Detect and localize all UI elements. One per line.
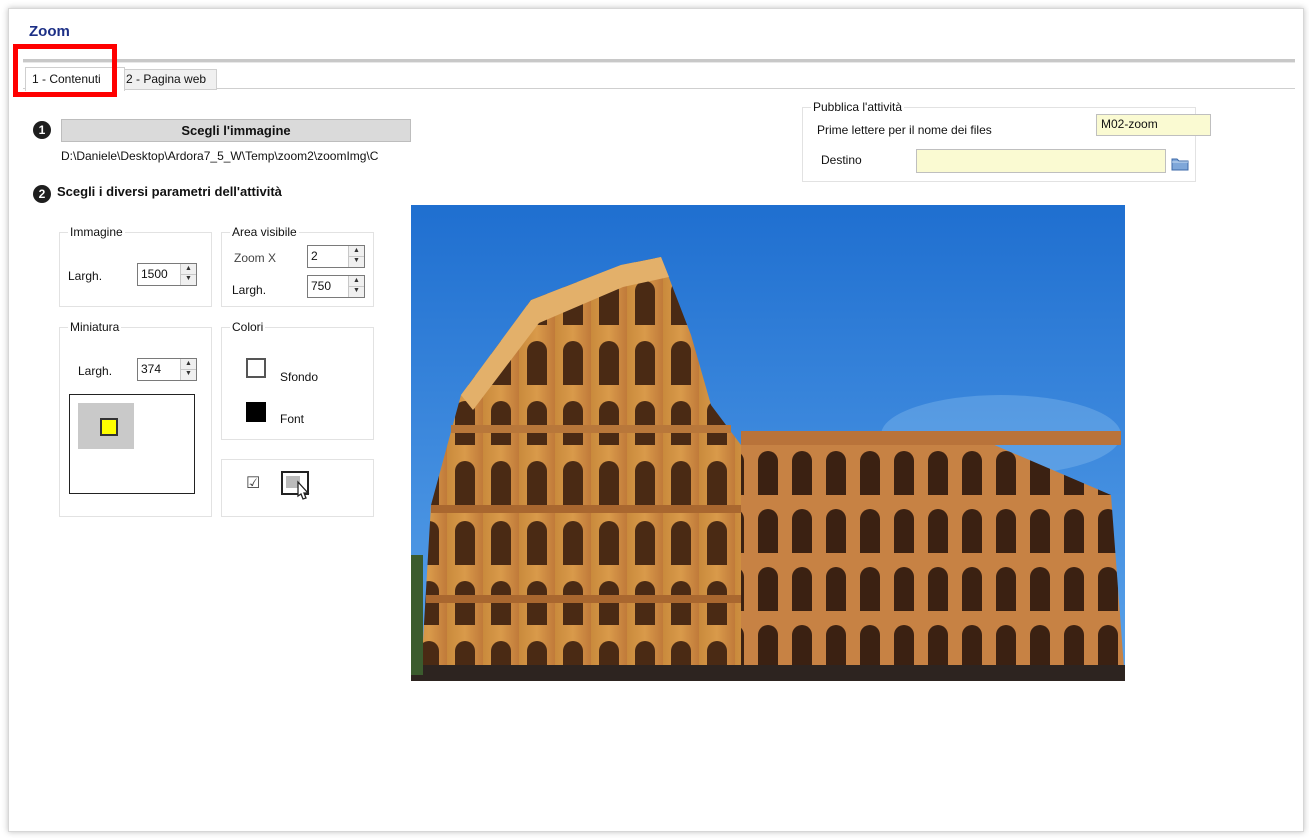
- destination-label: Destino: [821, 153, 862, 167]
- folder-icon[interactable]: [1171, 156, 1189, 171]
- area-width-label: Largh.: [232, 283, 267, 297]
- area-visibile-group-label: Area visibile: [230, 225, 299, 239]
- step-2-title: Scegli i diversi parametri dell'attività: [57, 184, 282, 199]
- colori-group-label: Colori: [230, 320, 266, 334]
- stepper-down-icon[interactable]: ▼: [349, 256, 364, 266]
- font-color-swatch[interactable]: [246, 402, 266, 422]
- background-color-label: Sfondo: [280, 370, 319, 384]
- stepper-down-icon[interactable]: ▼: [349, 286, 364, 296]
- font-color-label: Font: [280, 412, 305, 426]
- immagine-group: Immagine Largh. 1500 ▲ ▼: [59, 225, 212, 307]
- stepper-down-icon[interactable]: ▼: [181, 274, 196, 284]
- step-2-badge: 2: [33, 185, 51, 203]
- thumbnail-area: [78, 403, 134, 449]
- thumbnail-preview: [69, 394, 195, 494]
- step-1-badge: 1: [33, 121, 51, 139]
- area-width-value: 750: [311, 279, 332, 293]
- immagine-width-label: Largh.: [68, 269, 103, 283]
- area-visibile-group: Area visibile Zoom X 2 ▲ ▼ Largh. 750 ▲ …: [221, 225, 374, 307]
- area-width-stepper[interactable]: 750 ▲ ▼: [307, 275, 365, 298]
- zoom-stepper[interactable]: 2 ▲ ▼: [307, 245, 365, 268]
- choose-image-button[interactable]: Scegli l'immagine: [61, 119, 411, 142]
- miniatura-width-label: Largh.: [78, 364, 113, 378]
- zoom-label: Zoom X: [234, 251, 277, 265]
- destination-input[interactable]: [916, 149, 1166, 173]
- hand-cursor-icon: [281, 471, 310, 500]
- immagine-width-value: 1500: [141, 267, 168, 281]
- publish-group-label: Pubblica l'attività: [811, 100, 905, 114]
- miniatura-width-stepper[interactable]: 374 ▲ ▼: [137, 358, 197, 381]
- window-title: Zoom: [29, 23, 70, 40]
- zoom-window: Zoom 2 - Pagina web 1 - Contenuti 1 Sceg…: [8, 8, 1304, 832]
- immagine-group-label: Immagine: [68, 225, 125, 239]
- prefix-label: Prime lettere per il nome dei files: [817, 123, 992, 137]
- immagine-width-stepper[interactable]: 1500 ▲ ▼: [137, 263, 197, 286]
- options-group: ☑: [221, 459, 374, 517]
- tab-contenuti[interactable]: 1 - Contenuti: [25, 67, 125, 91]
- zoom-value: 2: [311, 249, 318, 263]
- zoom-area-indicator: [100, 418, 118, 436]
- tab-pagina-web[interactable]: 2 - Pagina web: [119, 69, 217, 90]
- prefix-input[interactable]: M02-zoom: [1096, 114, 1211, 136]
- background-color-swatch[interactable]: [246, 358, 266, 378]
- show-hand-checkbox[interactable]: ☑: [246, 473, 260, 493]
- image-path-text: D:\Daniele\Desktop\Ardora7_5_W\Temp\zoom…: [61, 149, 379, 163]
- colosseum-image: [411, 205, 1125, 681]
- miniatura-group-label: Miniatura: [68, 320, 122, 334]
- miniatura-width-value: 374: [141, 362, 162, 376]
- colori-group: Colori Sfondo Font: [221, 320, 374, 440]
- stepper-down-icon[interactable]: ▼: [181, 369, 196, 379]
- title-divider: [23, 59, 1295, 63]
